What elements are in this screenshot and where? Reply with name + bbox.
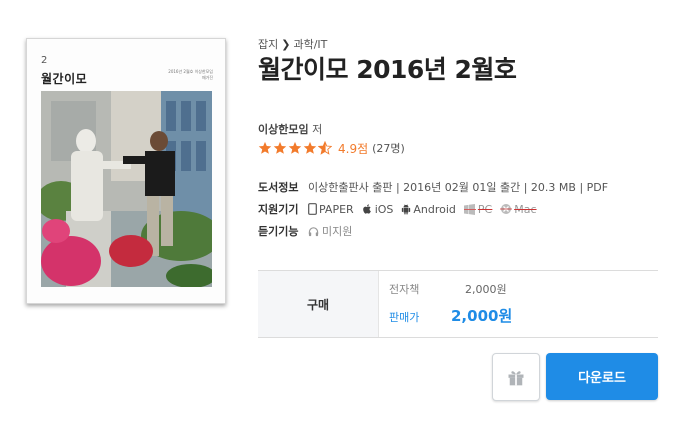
listen-label: 듣기기능 (258, 225, 299, 238)
paper-device-icon (308, 203, 317, 215)
star-rating (258, 141, 333, 155)
star-icon (288, 141, 302, 154)
device-mac: Mac (500, 203, 537, 216)
gift-icon (508, 371, 524, 386)
device-paper: PAPER (308, 203, 354, 216)
rating-score: 4.9점 (338, 141, 369, 156)
device-pc: PC (463, 203, 492, 216)
device-android: Android (401, 203, 456, 216)
book-cover[interactable]: 2 월간이모 2016년 2월호 이상한모임 매거진 (26, 38, 226, 304)
apple-icon (362, 204, 371, 214)
star-icon (273, 141, 287, 154)
rating-count[interactable]: (27명) (372, 140, 405, 156)
book-info-row: 도서정보 이상한출판사 출판 | 2016년 02월 01일 출간 | 20.3… (258, 180, 608, 194)
price-table: 구매 전자책 2,000원 판매가 2,000원 (258, 270, 658, 338)
purchase-label: 구매 (258, 271, 379, 337)
sale-price: 2,000원 (451, 307, 513, 325)
gift-button[interactable] (492, 353, 540, 401)
devices-label: 지원기기 (258, 203, 299, 216)
pc-icon (463, 203, 476, 215)
download-button[interactable]: 다운로드 (546, 353, 658, 400)
star-half-icon (318, 141, 332, 155)
cover-photo (41, 91, 212, 287)
device-ios: iOS (362, 203, 393, 216)
page-title: 월간이모 2016년 2월호 (258, 55, 517, 84)
author-suffix: 저 (308, 123, 323, 136)
book-info-label: 도서정보 (258, 181, 299, 194)
cover-subtitle: 2016년 2월호 이상한모임 매거진 (168, 69, 213, 80)
ebook-price: 2,000원 (465, 283, 507, 296)
author-line: 이상한모임 저 (258, 121, 322, 137)
cover-issue-number: 2 (41, 55, 48, 66)
cover-title: 월간이모 (41, 72, 88, 86)
listen-status: 미지원 (308, 223, 352, 239)
sale-price-row: 판매가 2,000원 (389, 307, 512, 325)
sale-label: 판매가 (389, 311, 420, 324)
listen-row: 듣기기능 미지원 (258, 224, 352, 238)
star-icon (303, 141, 317, 154)
ebook-label: 전자책 (389, 283, 420, 296)
android-icon (402, 204, 411, 214)
star-icon (258, 141, 272, 154)
author-name[interactable]: 이상한모임 (258, 123, 309, 136)
devices-row: 지원기기 PAPER iOS Android PC Mac (258, 202, 545, 217)
mac-icon (500, 204, 513, 214)
headphones-icon (308, 226, 319, 236)
ebook-price-row: 전자책 2,000원 (389, 281, 507, 297)
rating: 4.9점 (27명) (258, 139, 405, 157)
book-info-value: 이상한출판사 출판 | 2016년 02월 01일 출간 | 20.3 MB |… (308, 181, 609, 194)
